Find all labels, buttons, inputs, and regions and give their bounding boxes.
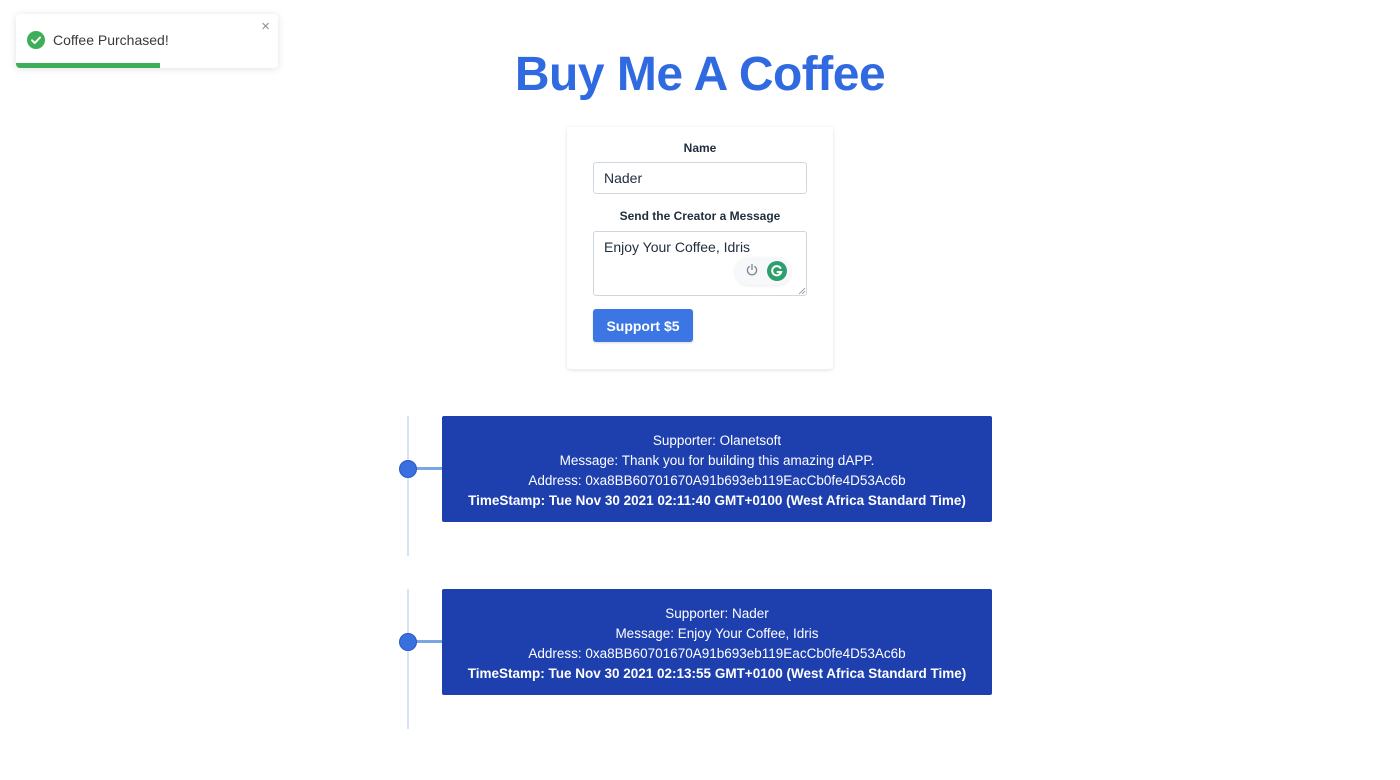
name-label: Name [683,141,717,155]
timeline-line [407,589,409,729]
timeline-connector [407,467,443,470]
memo-message: Message: Thank you for building this ama… [559,453,875,468]
memo-message: Message: Enjoy Your Coffee, Idris [615,626,819,641]
support-form: Name Send the Creator a Message Enjoy Yo… [567,127,833,369]
close-icon[interactable]: × [261,19,270,35]
timeline-dot [400,634,416,650]
page: Coffee Purchased! × Buy Me A Coffee Name… [0,0,1400,780]
page-title: Buy Me A Coffee [514,48,886,101]
memo-card: Supporter: Nader Message: Enjoy Your Cof… [442,589,992,695]
memo-supporter: Supporter: Olanetsoft [652,433,782,448]
grammar-assistant-widget[interactable] [735,257,791,285]
grammar-icon[interactable] [767,261,787,281]
memo-supporter: Supporter: Nader [665,606,769,621]
power-icon[interactable] [745,263,759,277]
memo-address: Address: 0xa8BB60701670A91b693eb119EacCb… [528,646,906,661]
memo-entry: Supporter: Nader Message: Enjoy Your Cof… [395,589,1005,729]
memo-timestamp: TimeStamp: Tue Nov 30 2021 02:11:40 GMT+… [468,493,966,508]
name-input[interactable] [593,162,807,194]
memo-card: Supporter: Olanetsoft Message: Thank you… [442,416,992,522]
timeline-connector [407,640,443,643]
timeline-line [407,416,409,556]
memo-entry: Supporter: Olanetsoft Message: Thank you… [395,416,1005,556]
timeline-dot [400,461,416,477]
memo-timeline: Supporter: Olanetsoft Message: Thank you… [0,0,1400,780]
support-button[interactable]: Support $5 [593,309,693,342]
memo-timestamp: TimeStamp: Tue Nov 30 2021 02:13:55 GMT+… [467,666,967,681]
resize-handle-icon[interactable] [798,287,806,295]
message-label: Send the Creator a Message [619,209,781,223]
memo-address: Address: 0xa8BB60701670A91b693eb119EacCb… [528,473,906,488]
